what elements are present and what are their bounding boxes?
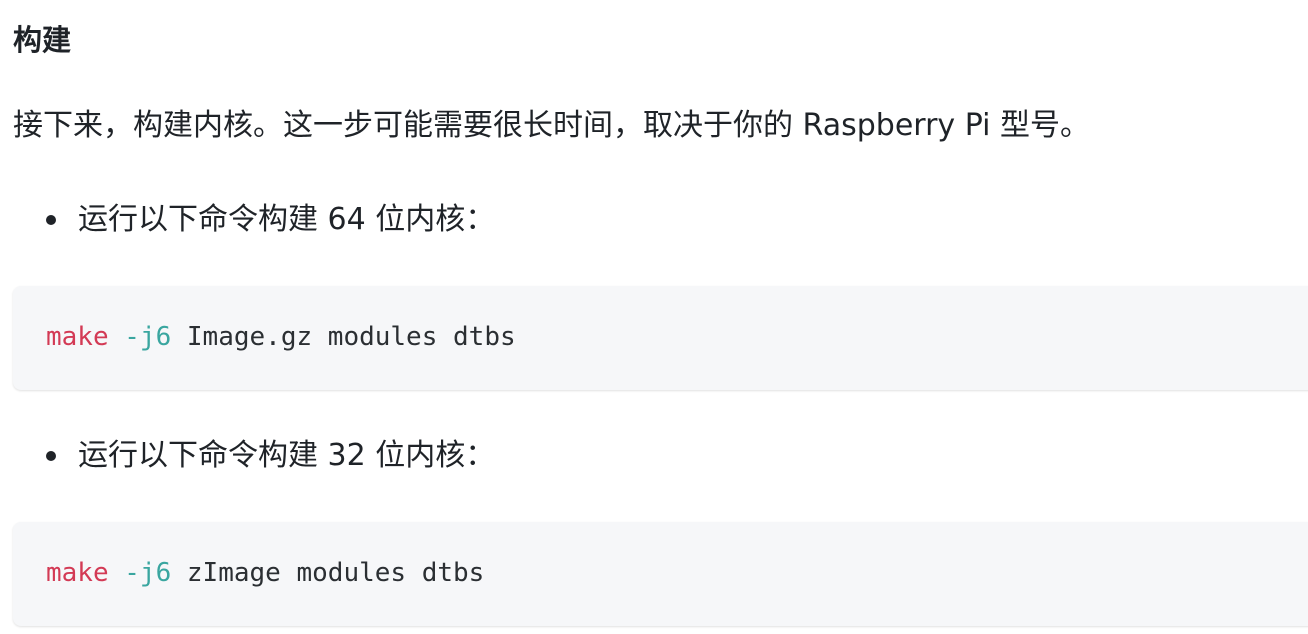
code-line: make -j6 zImage modules dtbs [46, 556, 484, 590]
code-command: make [46, 558, 109, 588]
code-flag: -j6 [124, 558, 172, 588]
list-item-label: 运行以下命令构建 32 位内核： [78, 438, 496, 473]
code-args: Image.gz modules dtbs [186, 322, 516, 352]
code-command: make [46, 322, 109, 352]
code-block-32bit[interactable]: make -j6 zImage modules dtbs [13, 522, 1308, 626]
code-line: make -j6 Image.gz modules dtbs [46, 320, 516, 354]
code-args: zImage modules dtbs [186, 558, 485, 588]
section-heading: 构建 [13, 23, 72, 57]
bullet-icon [46, 451, 56, 461]
list-item-label: 运行以下命令构建 64 位内核： [78, 202, 496, 237]
list-item-32bit: 运行以下命令构建 32 位内核： [46, 434, 495, 478]
bullet-icon [46, 215, 56, 225]
code-block-64bit[interactable]: make -j6 Image.gz modules dtbs [13, 286, 1308, 390]
intro-paragraph: 接下来，构建内核。这一步可能需要很长时间，取决于你的 Raspberry Pi … [13, 108, 1091, 143]
code-flag: -j6 [124, 322, 172, 352]
list-item-64bit: 运行以下命令构建 64 位内核： [46, 198, 495, 242]
